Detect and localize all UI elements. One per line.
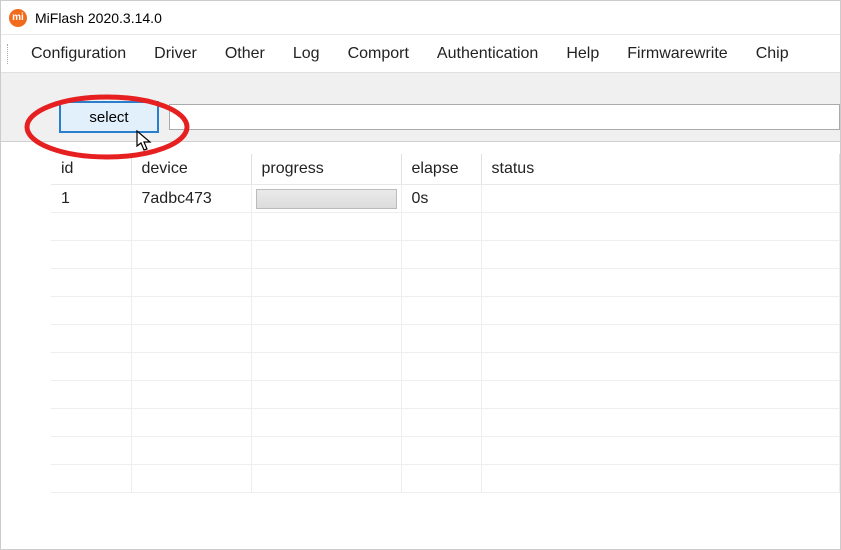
menu-authentication[interactable]: Authentication bbox=[423, 39, 552, 69]
menu-configuration[interactable]: Configuration bbox=[17, 39, 140, 69]
table-row-empty bbox=[51, 241, 840, 269]
table-row-empty bbox=[51, 353, 840, 381]
cell-id: 1 bbox=[51, 185, 131, 213]
header-device[interactable]: device bbox=[131, 154, 251, 185]
progress-bar bbox=[256, 189, 397, 209]
path-input[interactable] bbox=[169, 104, 840, 130]
menu-comport[interactable]: Comport bbox=[334, 39, 423, 69]
select-button-label: select bbox=[89, 109, 128, 126]
table-row-empty bbox=[51, 465, 840, 493]
cell-elapse: 0s bbox=[401, 185, 481, 213]
menu-firmwarewrite[interactable]: Firmwarewrite bbox=[613, 39, 741, 69]
window-title: MiFlash 2020.3.14.0 bbox=[35, 10, 162, 26]
header-status[interactable]: status bbox=[481, 154, 840, 185]
table-row-empty bbox=[51, 437, 840, 465]
cell-progress bbox=[251, 185, 401, 213]
app-icon: mi bbox=[9, 9, 27, 27]
toolbar: select bbox=[1, 73, 840, 142]
menubar: Configuration Driver Other Log Comport A… bbox=[1, 35, 840, 73]
cell-status bbox=[481, 185, 840, 213]
cell-device: 7adbc473 bbox=[131, 185, 251, 213]
table-row-empty bbox=[51, 409, 840, 437]
header-progress[interactable]: progress bbox=[251, 154, 401, 185]
header-elapse[interactable]: elapse bbox=[401, 154, 481, 185]
menu-log[interactable]: Log bbox=[279, 39, 334, 69]
device-table: id device progress elapse status 1 7adbc… bbox=[51, 154, 840, 493]
table-row-empty bbox=[51, 269, 840, 297]
table-row-empty bbox=[51, 381, 840, 409]
app-window: mi MiFlash 2020.3.14.0 Configuration Dri… bbox=[0, 0, 841, 550]
table-row[interactable]: 1 7adbc473 0s bbox=[51, 185, 840, 213]
header-id[interactable]: id bbox=[51, 154, 131, 185]
menu-chip[interactable]: Chip bbox=[742, 39, 803, 69]
menubar-grip bbox=[7, 44, 13, 64]
select-button[interactable]: select bbox=[59, 101, 159, 133]
table-row-empty bbox=[51, 297, 840, 325]
titlebar: mi MiFlash 2020.3.14.0 bbox=[1, 1, 840, 35]
table-row-empty bbox=[51, 325, 840, 353]
table-row-empty bbox=[51, 213, 840, 241]
menu-other[interactable]: Other bbox=[211, 39, 279, 69]
device-table-container: id device progress elapse status 1 7adbc… bbox=[1, 142, 840, 549]
menu-driver[interactable]: Driver bbox=[140, 39, 211, 69]
menu-help[interactable]: Help bbox=[552, 39, 613, 69]
